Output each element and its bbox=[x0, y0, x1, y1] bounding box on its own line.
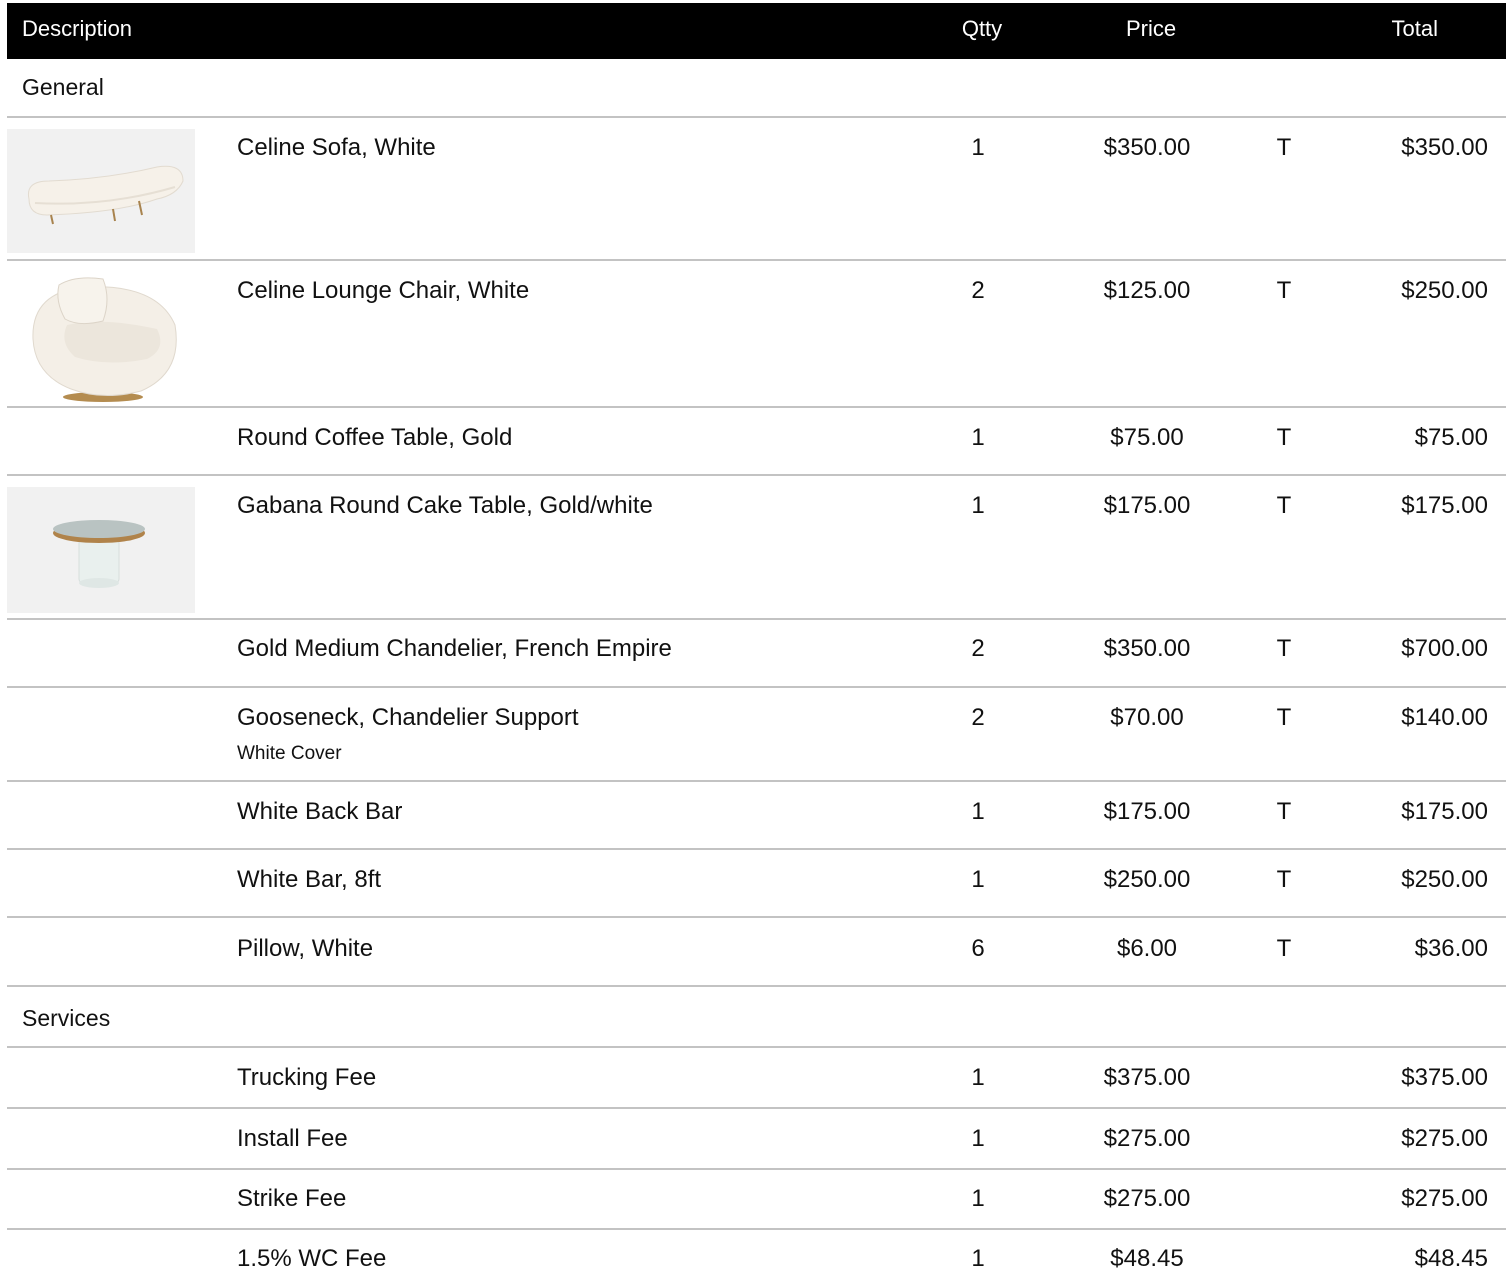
service-qty: 1 bbox=[971, 1125, 985, 1152]
item-tax-flag: T bbox=[1276, 935, 1292, 962]
item-tax-flag: T bbox=[1276, 424, 1292, 451]
item-price: $125.00 bbox=[1103, 277, 1191, 304]
header-qty: Qtty bbox=[961, 16, 1003, 41]
row-divider bbox=[7, 985, 1506, 987]
item-price: $350.00 bbox=[1103, 134, 1191, 161]
section-general-label: General bbox=[22, 74, 104, 100]
service-description: Trucking Fee bbox=[237, 1064, 377, 1091]
item-price: $250.00 bbox=[1103, 866, 1191, 893]
item-tax-flag: T bbox=[1276, 704, 1292, 731]
item-total: $36.00 bbox=[1414, 935, 1488, 962]
row-divider bbox=[7, 916, 1506, 918]
service-qty: 1 bbox=[971, 1245, 985, 1272]
item-tax-flag: T bbox=[1276, 134, 1292, 161]
row-divider bbox=[7, 848, 1506, 850]
item-total: $700.00 bbox=[1401, 635, 1488, 662]
item-description: Celine Sofa, White bbox=[237, 134, 436, 161]
service-description: Strike Fee bbox=[237, 1185, 347, 1212]
sofa-thumbnail bbox=[7, 129, 195, 253]
item-tax-flag: T bbox=[1276, 798, 1292, 825]
service-total: $275.00 bbox=[1401, 1185, 1488, 1212]
service-description: 1.5% WC Fee bbox=[237, 1245, 387, 1272]
row-divider bbox=[7, 259, 1506, 261]
item-description: Gabana Round Cake Table, Gold/white bbox=[237, 492, 653, 519]
item-qty: 1 bbox=[971, 134, 985, 161]
item-description: White Back Bar bbox=[237, 798, 403, 825]
item-qty: 1 bbox=[971, 798, 985, 825]
item-description: White Bar, 8ft bbox=[237, 866, 382, 893]
item-description: Celine Lounge Chair, White bbox=[237, 277, 530, 304]
item-price: $350.00 bbox=[1103, 635, 1191, 662]
header-total: Total bbox=[1391, 16, 1438, 41]
item-total: $140.00 bbox=[1401, 704, 1488, 731]
item-qty: 1 bbox=[971, 424, 985, 451]
item-price: $175.00 bbox=[1103, 798, 1191, 825]
row-divider bbox=[7, 780, 1506, 782]
service-total: $275.00 bbox=[1401, 1125, 1488, 1152]
item-total: $175.00 bbox=[1401, 798, 1488, 825]
item-qty: 2 bbox=[971, 635, 985, 662]
round-cake-table-image-icon bbox=[7, 487, 195, 613]
row-divider bbox=[7, 474, 1506, 476]
item-total: $250.00 bbox=[1401, 866, 1488, 893]
item-price: $6.00 bbox=[1116, 935, 1178, 962]
item-price: $70.00 bbox=[1110, 704, 1184, 731]
row-divider bbox=[7, 406, 1506, 408]
service-description: Install Fee bbox=[237, 1125, 348, 1152]
line-items-table: Description Qtty Price Total General Cel… bbox=[0, 0, 1506, 1272]
row-divider bbox=[7, 116, 1506, 118]
cake-table-thumbnail bbox=[7, 487, 195, 613]
white-lounge-chair-image-icon bbox=[7, 265, 195, 403]
item-qty: 2 bbox=[971, 277, 985, 304]
service-qty: 1 bbox=[971, 1185, 985, 1212]
item-total: $175.00 bbox=[1401, 492, 1488, 519]
header-description: Description bbox=[22, 16, 133, 41]
row-divider bbox=[7, 686, 1506, 688]
item-qty: 1 bbox=[971, 492, 985, 519]
service-price: $275.00 bbox=[1103, 1125, 1191, 1152]
table-header: Description Qtty Price Total bbox=[7, 3, 1506, 59]
item-total: $350.00 bbox=[1401, 134, 1488, 161]
item-qty: 1 bbox=[971, 866, 985, 893]
item-tax-flag: T bbox=[1276, 866, 1292, 893]
item-note: White Cover bbox=[237, 743, 342, 764]
row-divider bbox=[7, 1046, 1506, 1048]
item-description: Round Coffee Table, Gold bbox=[237, 424, 513, 451]
service-total: $375.00 bbox=[1401, 1064, 1488, 1091]
service-price: $275.00 bbox=[1103, 1185, 1191, 1212]
section-services-label: Services bbox=[22, 1005, 111, 1031]
item-description: Pillow, White bbox=[237, 935, 374, 962]
item-price: $175.00 bbox=[1103, 492, 1191, 519]
header-price: Price bbox=[1125, 16, 1177, 41]
item-total: $250.00 bbox=[1401, 277, 1488, 304]
service-total: $48.45 bbox=[1414, 1245, 1488, 1272]
row-divider bbox=[7, 618, 1506, 620]
row-divider bbox=[7, 1168, 1506, 1170]
item-total: $75.00 bbox=[1414, 424, 1488, 451]
chair-thumbnail bbox=[7, 265, 195, 403]
row-divider bbox=[7, 1107, 1506, 1109]
service-price: $375.00 bbox=[1103, 1064, 1191, 1091]
item-qty: 2 bbox=[971, 704, 985, 731]
item-description: Gold Medium Chandelier, French Empire bbox=[237, 635, 672, 662]
item-tax-flag: T bbox=[1276, 492, 1292, 519]
item-qty: 6 bbox=[971, 935, 985, 962]
item-price: $75.00 bbox=[1110, 424, 1184, 451]
service-price: $48.45 bbox=[1110, 1245, 1184, 1272]
item-tax-flag: T bbox=[1276, 277, 1292, 304]
row-divider bbox=[7, 1228, 1506, 1230]
item-tax-flag: T bbox=[1276, 635, 1292, 662]
item-description: Gooseneck, Chandelier Support bbox=[237, 704, 579, 731]
white-sofa-image-icon bbox=[7, 129, 195, 253]
service-qty: 1 bbox=[971, 1064, 985, 1091]
